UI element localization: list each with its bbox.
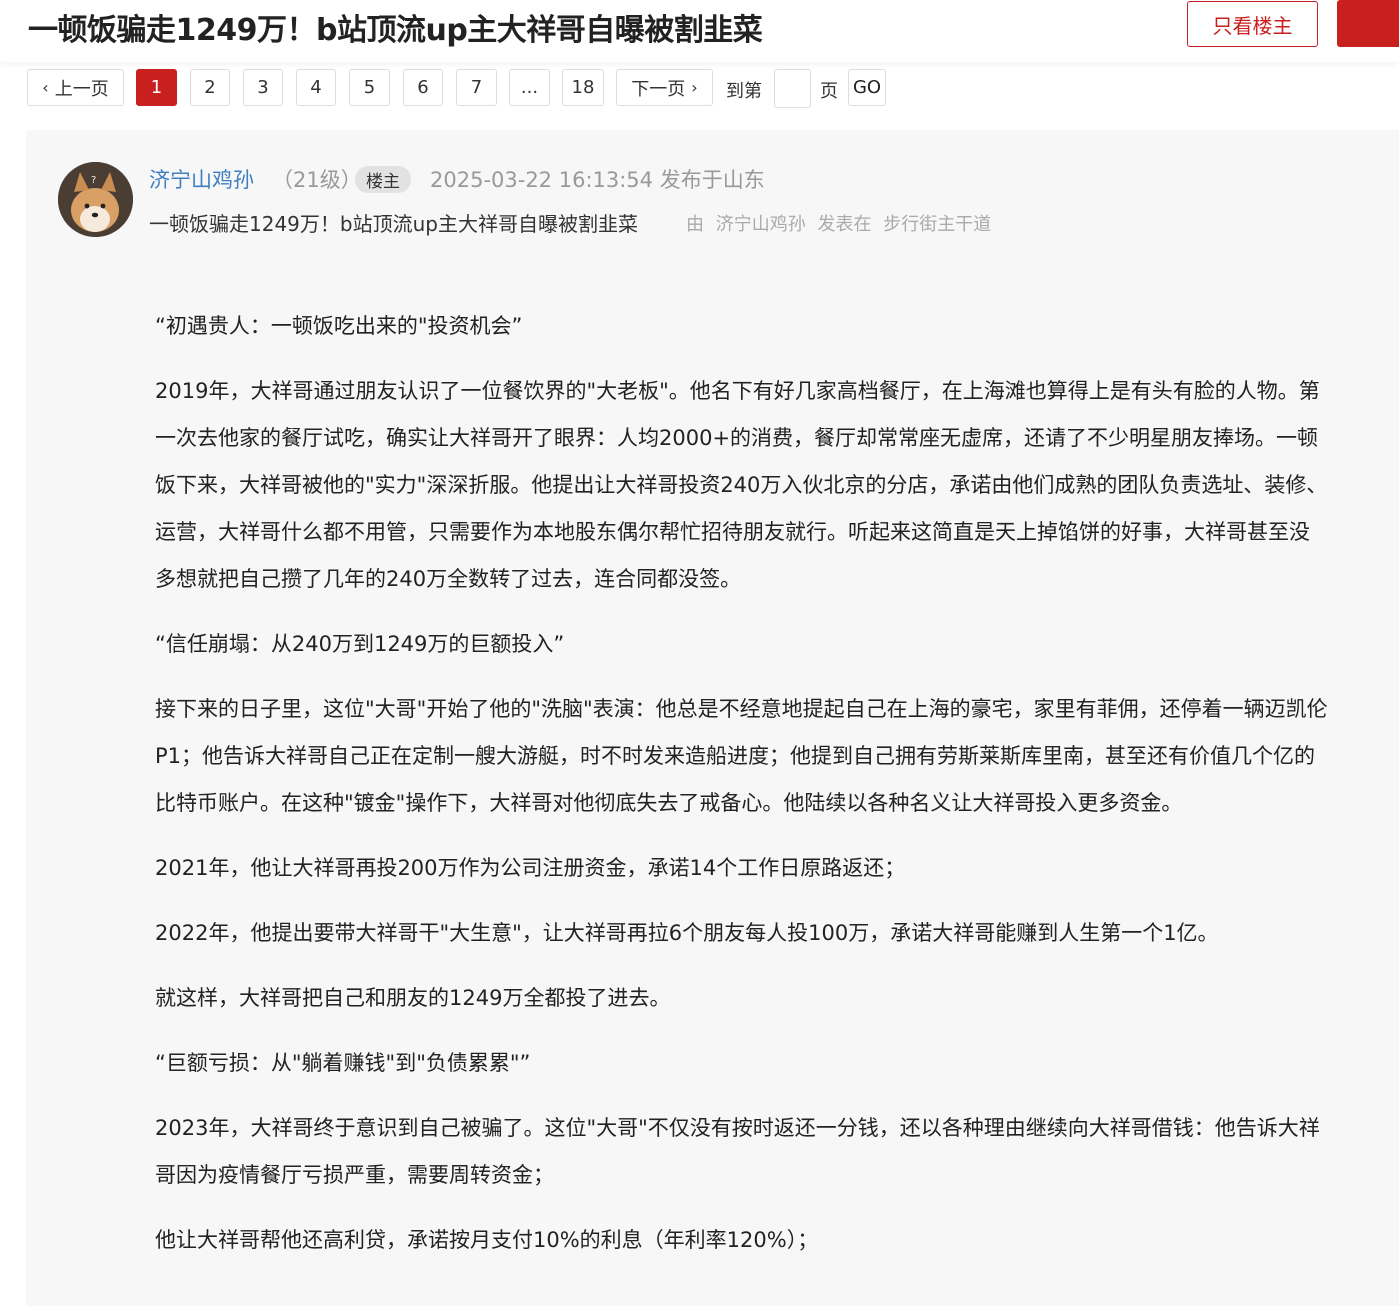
post-meta: 2025-03-22 16:13:54 发布于山东 — [430, 164, 765, 194]
page-link[interactable]: 4 — [296, 69, 336, 106]
page-link[interactable]: 18 — [562, 69, 604, 106]
avatar[interactable]: ? — [58, 162, 133, 237]
prev-page-label: 上一页 — [54, 78, 109, 100]
post-subject: 一顿饭骗走1249万！b站顶流up主大祥哥自曝被割韭菜 — [149, 212, 638, 236]
page-link[interactable]: 3 — [243, 69, 283, 106]
post-location: 发布于山东 — [659, 168, 765, 192]
page-title: 一顿饭骗走1249万！b站顶流up主大祥哥自曝被割韭菜 — [28, 13, 763, 48]
paragraph: 就这样，大祥哥把自己和朋友的1249万全都投了进去。 — [155, 986, 671, 1010]
go-button[interactable]: GO — [848, 69, 886, 106]
board-link[interactable]: 步行街主干道 — [883, 214, 991, 235]
op-badge: 楼主 — [355, 166, 411, 193]
goto-label: 到第 — [726, 81, 762, 102]
top-bar: 一顿饭骗走1249万！b站顶流up主大祥哥自曝被割韭菜 只看楼主 — [0, 0, 1399, 62]
page-link[interactable]: 6 — [403, 69, 443, 106]
section-heading: “信任崩塌：从240万到1249万的巨额投入” — [155, 632, 565, 656]
shiba-avatar-icon: ? — [58, 162, 133, 237]
posted-in-label: 发表在 — [817, 214, 872, 235]
chevron-left-icon: ‹ — [42, 78, 49, 97]
next-page-label: 下一页 — [631, 78, 686, 100]
paragraph: 他让大祥哥帮他还高利贷，承诺按月支付10%的利息（年利率120%）； — [155, 1228, 819, 1252]
svg-text:?: ? — [91, 175, 96, 186]
page-link[interactable]: 1 — [136, 69, 177, 106]
post-timestamp: 2025-03-22 16:13:54 — [430, 168, 654, 192]
page-link[interactable]: 2 — [190, 69, 230, 106]
only-op-button[interactable]: 只看楼主 — [1187, 1, 1318, 47]
reply-button[interactable] — [1337, 0, 1399, 47]
paragraph: 2023年，大祥哥终于意识到自己被骗了。这位"大哥"不仅没有按时返还一分钱，还以… — [155, 1116, 1320, 1187]
page-ellipsis: ... — [509, 69, 550, 106]
post-source: 由 济宁山鸡孙 发表在 步行街主干道 — [686, 210, 997, 236]
source-author-link[interactable]: 济宁山鸡孙 — [716, 214, 806, 235]
page-link[interactable]: 5 — [349, 69, 390, 106]
post-content: “初遇贵人：一顿饭吃出来的"投资机会” 2019年，大祥哥通过朋友认识了一位餐饮… — [155, 303, 1330, 1282]
prev-page-button[interactable]: ‹ 上一页 — [27, 69, 124, 106]
chevron-right-icon: › — [691, 78, 698, 97]
paragraph: 2022年，他提出要带大祥哥干"大生意"，让大祥哥再拉6个朋友每人投100万，承… — [155, 921, 1219, 945]
page-unit-label: 页 — [820, 81, 838, 102]
paragraph: 2019年，大祥哥通过朋友认识了一位餐饮界的"大老板"。他名下有好几家高档餐厅，… — [155, 379, 1328, 591]
section-heading: “初遇贵人：一顿饭吃出来的"投资机会” — [155, 314, 523, 338]
goto-page-input[interactable] — [774, 69, 811, 108]
page-link[interactable]: 7 — [456, 69, 497, 106]
paragraph: 接下来的日子里，这位"大哥"开始了他的"洗脑"表演：他总是不经意地提起自己在上海… — [155, 697, 1328, 815]
author-level: （21级） — [272, 168, 362, 192]
paragraph: 2021年，他让大祥哥再投200万作为公司注册资金，承诺14个工作日原路返还； — [155, 856, 906, 880]
next-page-button[interactable]: 下一页 › — [616, 69, 713, 106]
author-name[interactable]: 济宁山鸡孙 — [149, 164, 254, 194]
by-label: 由 — [686, 214, 704, 235]
section-heading: “巨额亏损：从"躺着赚钱"到"负债累累"” — [155, 1051, 531, 1075]
